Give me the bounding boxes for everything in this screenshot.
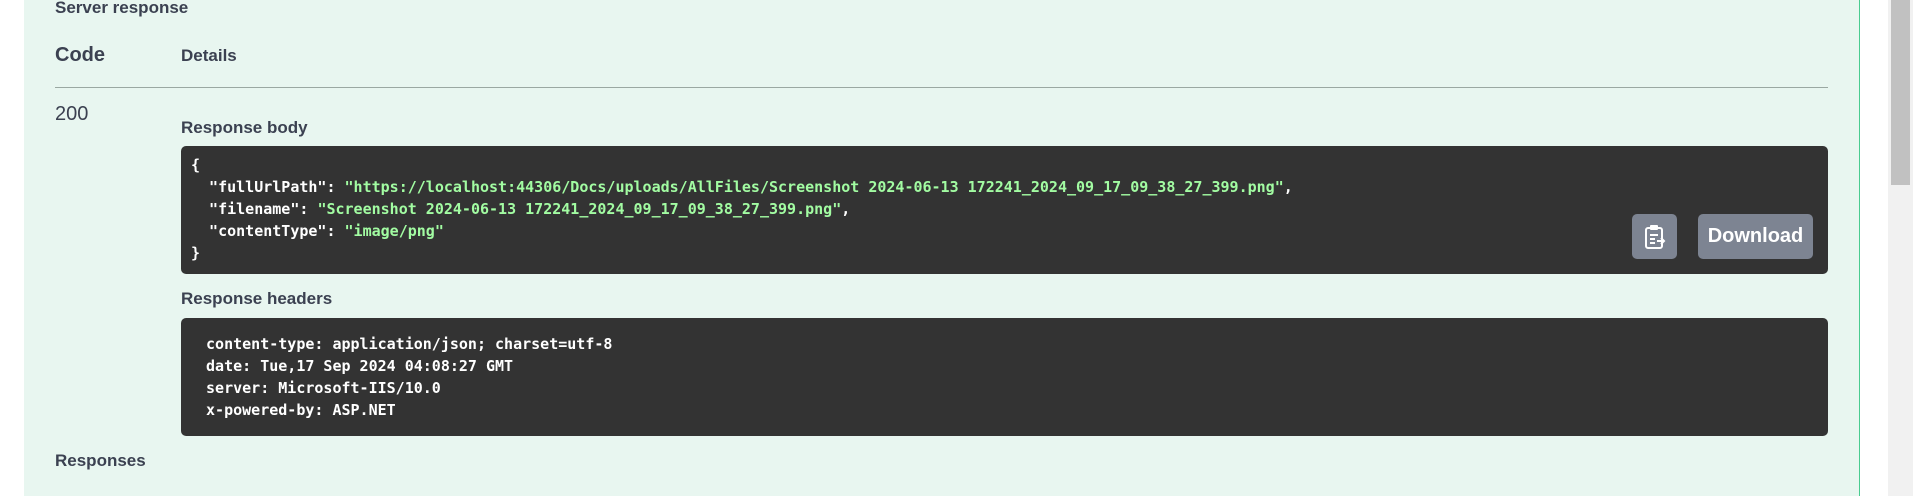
table-header-divider	[55, 87, 1828, 88]
response-body-code: { "fullUrlPath": "https://localhost:4430…	[181, 146, 1828, 274]
server-response-title: Server response	[55, 0, 189, 17]
header-line: date: Tue,17 Sep 2024 04:08:27 GMT	[197, 357, 523, 375]
body-line: {	[191, 156, 201, 174]
scrollbar-thumb[interactable]	[1891, 0, 1910, 185]
clipboard-copy-icon	[1644, 224, 1665, 249]
response-headers-label: Response headers	[181, 289, 333, 308]
response-body-label: Response body	[181, 118, 308, 137]
download-button[interactable]: Download	[1698, 214, 1813, 259]
body-line: "filename": "Screenshot 2024-06-13 17224…	[191, 200, 851, 218]
response-headers-code: content-type: application/json; charset=…	[181, 318, 1828, 436]
body-line: "fullUrlPath": "https://localhost:44306/…	[191, 178, 1293, 196]
body-line: }	[191, 244, 201, 262]
status-code: 200	[55, 103, 89, 125]
header-line: x-powered-by: ASP.NET	[197, 401, 405, 419]
header-line: content-type: application/json; charset=…	[197, 335, 622, 353]
responses-title: Responses	[55, 451, 146, 470]
body-line: "contentType": "image/png"	[191, 222, 444, 240]
header-line: server: Microsoft-IIS/10.0	[197, 379, 450, 397]
details-column-header: Details	[181, 46, 237, 65]
code-column-header: Code	[55, 44, 105, 66]
copy-to-clipboard-button[interactable]	[1632, 214, 1677, 259]
